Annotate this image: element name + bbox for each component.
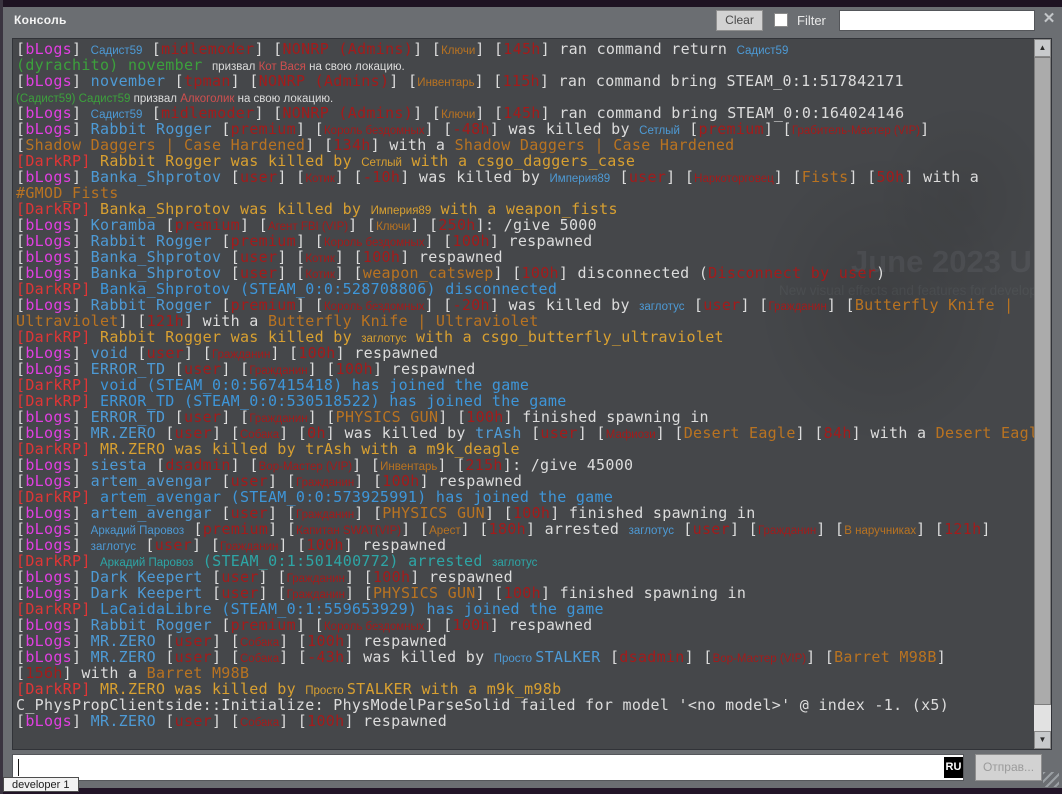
log-line: [DarkRP] MR.ZERO was killed by trAsh wit… xyxy=(16,441,1034,457)
screen-edge-bottom xyxy=(0,788,1062,794)
log-line: [156h] with a Barret M98B xyxy=(16,665,1034,681)
log-line: (dyrachito) november призвал Кот Вася на… xyxy=(16,57,1034,73)
filter-label: Filter xyxy=(797,13,826,28)
send-button[interactable]: Отправ... xyxy=(975,754,1042,781)
log-line: [bLogs] siesta [dsadmin] [Вор-Мастер (VI… xyxy=(16,457,1034,473)
log-line: [bLogs] Rabbit Rogger [premium] [Король … xyxy=(16,233,1034,249)
log-line: C_PhysPropClientside::Initialize: PhysMo… xyxy=(16,697,1034,713)
log-line: [bLogs] Banka_Shprotov [user] [Котик] [1… xyxy=(16,249,1034,265)
log-line: [bLogs] Rabbit Rogger [premium] [Король … xyxy=(16,297,1034,313)
log-line: [bLogs] void [user] [Гражданин] [100h] r… xyxy=(16,345,1034,361)
log-line: [DarkRP] artem_avengar (STEAM_0:0:573925… xyxy=(16,489,1034,505)
scroll-up-button[interactable]: ▲ xyxy=(1034,39,1051,57)
log-line: [bLogs] Banka_Shprotov [user] [Котик] [w… xyxy=(16,265,1034,281)
command-input[interactable] xyxy=(12,754,964,781)
console-window: { "titlebar": { "title": "Консоль", "cle… xyxy=(0,0,1062,794)
scrollbar[interactable]: ▲ ▼ xyxy=(1034,39,1051,749)
keyboard-layout-badge: RU xyxy=(944,757,963,778)
log-line: [bLogs] artem_avengar [user] [Гражданин]… xyxy=(16,505,1034,521)
log-line: [Shadow Daggers | Case Hardened] [134h] … xyxy=(16,137,1034,153)
log-line: [DarkRP] ERROR_TD (STEAM_0:0:530518522) … xyxy=(16,393,1034,409)
log-line: [DarkRP] Banka_Shprotov (STEAM_0:0:52870… xyxy=(16,281,1034,297)
log-line: [bLogs] artem_avengar [user] [Гражданин]… xyxy=(16,473,1034,489)
log-line: [bLogs] november [tpman] [NONRP (Admins)… xyxy=(16,73,1034,89)
log-line: [bLogs] MR.ZERO [user] [Собака] [100h] r… xyxy=(16,713,1034,729)
log-line: [bLogs] Dark Keepert [user] [Гражданин] … xyxy=(16,585,1034,601)
log-line: [bLogs] MR.ZERO [user] [Собака] [-43h] w… xyxy=(16,649,1034,665)
log-line: [bLogs] Аркадий Паровоз [premium] [Капит… xyxy=(16,521,1034,537)
log-line: [DarkRP] LaCaidaLibre (STEAM_0:1:5596539… xyxy=(16,601,1034,617)
log-line: [DarkRP] Аркадий Паровоз (STEAM_0:1:5014… xyxy=(16,553,1034,569)
console-panel: June 2023 Updat New visual effects and f… xyxy=(12,38,1052,750)
log-line: [bLogs] Rabbit Rogger [premium] [Король … xyxy=(16,121,1034,137)
log-line: [bLogs] MR.ZERO [user] [Собака] [0h] was… xyxy=(16,425,1034,441)
log-line: [bLogs] Koramba [premium] [Агент FBI (VI… xyxy=(16,217,1034,233)
log-line: [bLogs] Садист59 [midlemoder] [NONRP (Ad… xyxy=(16,41,1034,57)
log-line: [bLogs] Banka_Shprotov [user] [Котик] [-… xyxy=(16,169,1034,185)
log-line: [DarkRP] MR.ZERO was killed by Просто ST… xyxy=(16,681,1034,697)
log-line: [DarkRP] Rabbit Rogger was killed by Сет… xyxy=(16,153,1034,169)
screen-edge-left xyxy=(0,0,3,794)
filter-checkbox[interactable] xyxy=(774,13,788,27)
log-line: Ultraviolet] [121h] with a Butterfly Kni… xyxy=(16,313,1034,329)
resize-grip-icon[interactable] xyxy=(1043,772,1059,787)
window-title: Консоль xyxy=(14,13,67,27)
close-icon[interactable]: ✕ xyxy=(1040,10,1058,28)
log-line: [DarkRP] Banka_Shprotov was killed by Им… xyxy=(16,201,1034,217)
window-titlebar: Консоль Clear Filter ✕ xyxy=(3,7,1062,38)
log-line: [bLogs] Dark Keepert [user] [Гражданин] … xyxy=(16,569,1034,585)
log-line: [bLogs] ERROR_TD [user] [Гражданин] [PHY… xyxy=(16,409,1034,425)
scroll-down-button[interactable]: ▼ xyxy=(1034,731,1051,749)
console-log: [bLogs] Садист59 [midlemoder] [NONRP (Ad… xyxy=(13,39,1034,749)
log-line: [DarkRP] Rabbit Rogger was killed by заг… xyxy=(16,329,1034,345)
screen-edge-top xyxy=(0,0,1062,7)
log-line: [DarkRP] void (STEAM_0:0:567415418) has … xyxy=(16,377,1034,393)
log-line: [bLogs] Садист59 [midlemoder] [NONRP (Ad… xyxy=(16,105,1034,121)
developer-badge: developer 1 xyxy=(3,777,79,792)
clear-button[interactable]: Clear xyxy=(716,10,763,31)
log-line: [bLogs] ERROR_TD [user] [Гражданин] [100… xyxy=(16,361,1034,377)
filter-input[interactable] xyxy=(839,10,1035,31)
log-line: (Садист59) Садист59 призвал Алкоголик на… xyxy=(16,89,1034,105)
log-line: [bLogs] Rabbit Rogger [premium] [Король … xyxy=(16,617,1034,633)
text-caret xyxy=(18,759,19,776)
log-line: [bLogs] MR.ZERO [user] [Собака] [100h] r… xyxy=(16,633,1034,649)
log-line: #GMOD_Fists xyxy=(16,185,1034,201)
scrollbar-thumb[interactable] xyxy=(1034,57,1051,705)
log-line: [bLogs] заглотус [user] [Гражданин] [100… xyxy=(16,537,1034,553)
